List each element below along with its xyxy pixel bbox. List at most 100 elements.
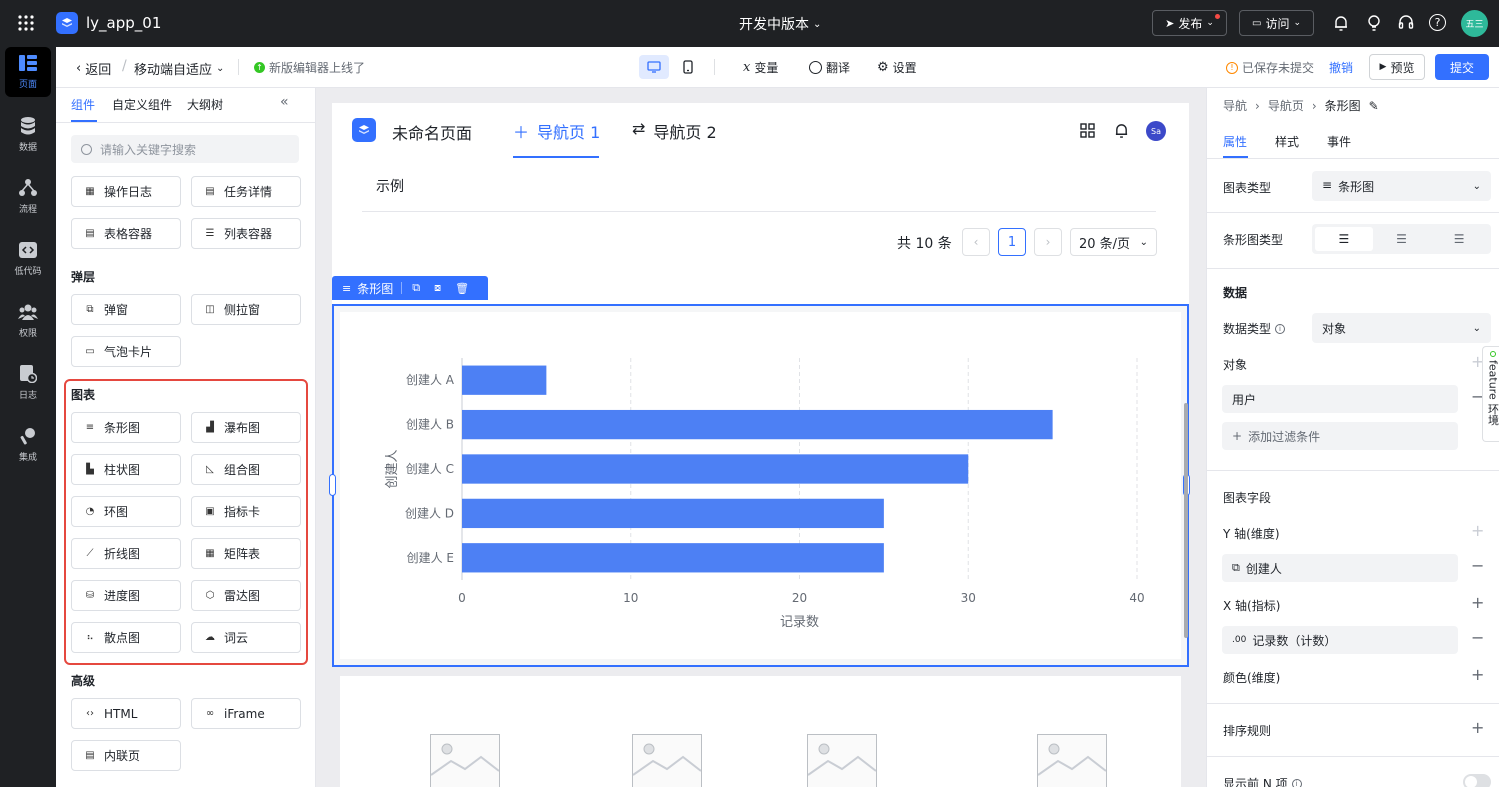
nav-tab-2[interactable]: ⇄ 导航页 2	[632, 119, 717, 143]
component-label: 列表容器	[224, 227, 273, 241]
component-html[interactable]: ‹› HTML	[71, 698, 181, 729]
nav-item-page[interactable]: 页面	[0, 47, 56, 97]
notice-link[interactable]: ↑ 新版编辑器上线了	[254, 59, 365, 76]
canvas-scrollbar[interactable]	[1184, 403, 1188, 638]
tab-events[interactable]: 事件	[1327, 133, 1351, 150]
bar-type-grouped-button[interactable]: ☰	[1315, 227, 1373, 251]
component-list-container[interactable]: ☰ 列表容器	[191, 218, 301, 249]
add-x-axis-icon[interactable]: +	[1471, 595, 1484, 611]
data-type-select[interactable]: 对象 ⌄	[1312, 313, 1491, 343]
chart-type-select[interactable]: ≡ 条形图 ⌄	[1312, 171, 1491, 201]
visit-button[interactable]: ▭ 访问 ⌄	[1239, 10, 1314, 36]
chart-selection-frame[interactable]: 0 10 20 30 40 创建人 A 创建人 B 创建人 C 创建人 D 创建人 E 记录数 创建人	[329, 304, 1190, 667]
mobile-view-button[interactable]	[673, 55, 703, 79]
apps-grid-icon[interactable]	[17, 14, 35, 32]
component-word-cloud[interactable]: ☁ 词云	[191, 622, 301, 653]
page-title[interactable]: 未命名页面	[392, 120, 472, 144]
component-combo-chart[interactable]: ◺ 组合图	[191, 454, 301, 485]
help-icon[interactable]: ?	[1429, 14, 1446, 31]
top-n-toggle[interactable]	[1463, 774, 1491, 787]
remove-y-axis-icon[interactable]: −	[1471, 558, 1484, 574]
component-matrix-table[interactable]: ▦ 矩阵表	[191, 538, 301, 569]
nav-tab-1[interactable]: ＋ 导航页 1	[513, 119, 600, 143]
publish-button[interactable]: ➤ 发布 ⌄	[1152, 10, 1227, 36]
undo-link[interactable]: 撤销	[1329, 59, 1353, 76]
grid-icon[interactable]	[1080, 123, 1095, 141]
component-task-detail[interactable]: ▤ 任务详情	[191, 176, 301, 207]
nav-item-flow[interactable]: 流程	[0, 171, 56, 233]
component-drawer[interactable]: ◫ 侧拉窗	[191, 294, 301, 325]
nav-item-integration[interactable]: 集成	[0, 419, 56, 481]
component-line-chart[interactable]: ⟋ 折线图	[71, 538, 181, 569]
add-color-icon[interactable]: +	[1471, 667, 1484, 683]
tab-outline[interactable]: 大纲树	[187, 96, 223, 113]
component-popover[interactable]: ▭ 气泡卡片	[71, 336, 181, 367]
user-avatar[interactable]: Sa	[1146, 121, 1166, 141]
prev-page-button[interactable]: ‹	[962, 228, 990, 256]
component-progress-chart[interactable]: ⛁ 进度图	[71, 580, 181, 611]
settings-button[interactable]: ⚙ 设置	[877, 59, 917, 76]
delete-icon[interactable]: 🗑	[455, 282, 469, 295]
component-donut-chart[interactable]: ◔ 环图	[71, 496, 181, 527]
info-icon[interactable]: i	[1275, 323, 1286, 334]
page-number-button[interactable]: 1	[998, 228, 1026, 256]
desktop-view-button[interactable]	[639, 55, 669, 79]
collapse-icon[interactable]: «	[280, 94, 289, 110]
tab-custom-components[interactable]: 自定义组件	[112, 96, 172, 113]
next-page-button[interactable]: ›	[1034, 228, 1062, 256]
tab-components[interactable]: 组件	[71, 96, 95, 113]
translate-button[interactable]: 翻译	[809, 59, 850, 76]
variable-button[interactable]: 𝑥 变量	[743, 59, 778, 76]
component-dialog[interactable]: ⧉ 弹窗	[71, 294, 181, 325]
remove-x-axis-icon[interactable]: −	[1471, 630, 1484, 646]
x-axis-field[interactable]: .00 记录数（计数）	[1222, 626, 1458, 654]
object-value-field[interactable]: 用户	[1222, 385, 1458, 413]
component-waterfall[interactable]: ▟ 瀑布图	[191, 412, 301, 443]
nav-item-log[interactable]: 日志	[0, 357, 56, 419]
lightbulb-icon[interactable]	[1366, 14, 1382, 32]
user-avatar[interactable]: 五三	[1461, 10, 1488, 37]
nav-item-data[interactable]: 数据	[0, 109, 56, 171]
page-mode-selector[interactable]: 移动端自适应 ⌄	[134, 59, 224, 78]
headset-icon[interactable]	[1398, 14, 1414, 32]
feature-env-tab[interactable]: feature 环境	[1482, 346, 1499, 442]
info-icon[interactable]: i	[1291, 778, 1302, 787]
selected-component-name[interactable]: 条形图	[357, 280, 393, 297]
edit-icon[interactable]: ✎	[1369, 99, 1379, 113]
component-scatter-chart[interactable]: ⠦ 散点图	[71, 622, 181, 653]
submit-button[interactable]: 提交	[1435, 54, 1489, 80]
version-selector[interactable]: 开发中版本 ⌄	[739, 14, 821, 34]
add-filter-button[interactable]: + 添加过滤条件	[1222, 422, 1458, 450]
back-button[interactable]: ‹ 返回	[76, 59, 111, 78]
breadcrumb-item[interactable]: 导航	[1223, 97, 1247, 114]
component-column-chart[interactable]: ▙ 柱状图	[71, 454, 181, 485]
tab-style[interactable]: 样式	[1275, 133, 1299, 150]
bar-type-percent-button[interactable]: ☰	[1430, 227, 1488, 251]
nav-item-permission[interactable]: 权限	[0, 295, 56, 357]
component-inline-page[interactable]: ▤ 内联页	[71, 740, 181, 771]
preview-button[interactable]: ▶ 预览	[1369, 54, 1425, 80]
image-section	[340, 676, 1181, 787]
resize-handle-left[interactable]	[329, 474, 336, 496]
search-input[interactable]: 请输入关键字搜索	[71, 135, 299, 163]
app-name[interactable]: ly_app_01	[86, 14, 161, 32]
tab-properties[interactable]: 属性	[1223, 133, 1247, 150]
add-sort-icon[interactable]: +	[1471, 720, 1484, 736]
add-y-axis-icon[interactable]: +	[1471, 523, 1484, 539]
component-operation-log[interactable]: ▦ 操作日志	[71, 176, 181, 207]
y-axis-field[interactable]: ⧉ 创建人	[1222, 554, 1458, 582]
nav-item-lowcode[interactable]: 低代码	[0, 233, 56, 295]
copy-icon[interactable]: ⧉	[412, 281, 420, 295]
duplicate-icon[interactable]: ⧇	[434, 281, 441, 295]
component-table-container[interactable]: ▤ 表格容器	[71, 218, 181, 249]
component-iframe[interactable]: ∞ iFrame	[191, 698, 301, 729]
bell-icon[interactable]	[1333, 14, 1349, 32]
component-metric-card[interactable]: ▣ 指标卡	[191, 496, 301, 527]
bell-icon[interactable]	[1114, 122, 1129, 142]
bar-type-stacked-button[interactable]: ☰	[1373, 227, 1431, 251]
component-bar-chart[interactable]: ≡ 条形图	[71, 412, 181, 443]
page-size-select[interactable]: 20 条/页 ⌄	[1070, 228, 1157, 256]
component-label: 组合图	[224, 463, 261, 477]
component-radar-chart[interactable]: ⬡ 雷达图	[191, 580, 301, 611]
breadcrumb-item[interactable]: 导航页	[1268, 97, 1304, 114]
